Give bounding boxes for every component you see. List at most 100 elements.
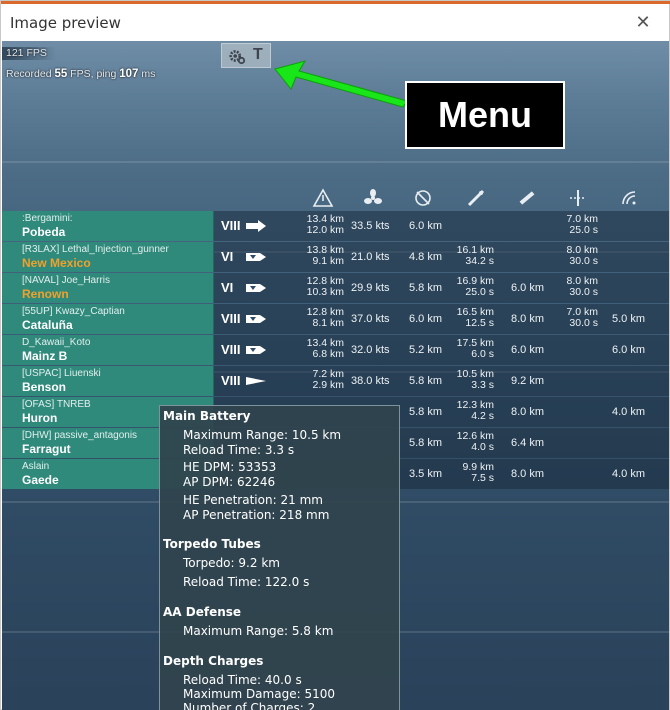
max-range-line: Maximum Range: 10.5 km (183, 428, 342, 442)
player-name-cell[interactable]: [USPAC] Liuenski Benson (2, 366, 214, 396)
player-name: [NAVAL] Joe_Harris (22, 275, 110, 286)
dc-charges-line: Number of Charges: 2 (183, 701, 316, 710)
player-row[interactable]: D_Kawaii_Koto Mainz B VIII 13.4 km 6.8 km 32.… (2, 335, 669, 365)
player-name-cell[interactable]: [R3LAX] Lethal_Injection_gunner New Mexic… (2, 242, 214, 272)
concealment-range: 5.8 km (409, 282, 443, 294)
player-name: [DHW] passive_antagonis (22, 430, 138, 441)
t-icon[interactable]: T (253, 46, 263, 64)
ship-name: Benson (22, 380, 67, 394)
secondary-range: 8.0 km (511, 313, 545, 325)
aa-range: 7.0 km 25.0 s (566, 213, 598, 236)
torpedo-range: 10.5 km 3.3 s (456, 368, 494, 391)
speed-propeller-icon (364, 189, 382, 204)
radar-range: 4.0 km (612, 468, 646, 480)
torpedo-range-line: Torpedo: 9.2 km (183, 556, 280, 570)
he-pen-line: HE Penetration: 21 mm (183, 493, 323, 507)
ship-stats-tooltip: Main Battery Maximum Range: 10.5 km Relo… (159, 405, 400, 710)
concealment-range: 5.2 km (409, 344, 443, 356)
ship-name: Huron (22, 411, 58, 425)
secondary-battery-icon (519, 191, 535, 205)
aa-range-line: Maximum Range: 5.8 km (183, 624, 334, 638)
gear-icon[interactable] (228, 47, 246, 65)
player-name: Aslain (22, 461, 50, 472)
player-row[interactable]: [NAVAL] Joe_Harris Renown VI 12.8 km 10.3 km… (2, 273, 669, 303)
recorded-fps-unit: FPS (70, 68, 91, 80)
ap-dpm-line: AP DPM: 62246 (183, 475, 276, 489)
secondary-range: 8.0 km (511, 406, 545, 418)
ship-tier: VI (221, 280, 234, 295)
ship-speed: 33.5 kts (351, 220, 390, 232)
ship-speed: 21.0 kts (351, 251, 390, 263)
aa-icon (570, 190, 586, 206)
main-battery-range: 12.8 km 8.1 km (306, 306, 344, 329)
ship-tier: VIII (221, 218, 241, 233)
secondary-range: 6.0 km (511, 344, 545, 356)
ship-name: Mainz B (22, 349, 68, 363)
ship-tier: VIII (221, 311, 241, 326)
mod-menu-button[interactable]: T (221, 43, 271, 68)
player-name: [USPAC] Liuenski (22, 368, 101, 379)
recording-status: Recorded 55 FPS, ping 107 ms (6, 68, 156, 80)
concealment-range: 4.8 km (409, 251, 443, 263)
main-battery-range: 13.4 km 6.8 km (306, 337, 344, 360)
player-name: [R3LAX] Lethal_Injection_gunner (22, 244, 169, 255)
dc-damage-line: Maximum Damage: 5100 (183, 687, 335, 701)
torpedo-reload-line: Reload Time: 122.0 s (183, 575, 310, 589)
ship-name: New Mexico (22, 256, 91, 270)
player-name-cell[interactable]: [NAVAL] Joe_Harris Renown (2, 273, 214, 303)
main-battery-range: 13.8 km 9.1 km (306, 244, 344, 267)
ship-name: Pobeda (22, 225, 66, 239)
player-row[interactable]: [55UP] Kwazy_Captian Cataluña VIII 12.8 km 8… (2, 304, 669, 334)
concealment-range: 5.8 km (409, 406, 443, 418)
torpedo-range: 12.6 km 4.0 s (456, 430, 494, 453)
recorded-label: Recorded (6, 68, 52, 80)
ship-speed: 32.0 kts (351, 344, 390, 356)
player-row[interactable]: [R3LAX] Lethal_Injection_gunner New Mexic… (2, 242, 669, 272)
ping-unit: ms (141, 68, 156, 80)
radar-range: 4.0 km (612, 406, 646, 418)
main-battery-range: 7.2 km 2.9 km (312, 368, 344, 391)
player-name-cell[interactable]: [55UP] Kwazy_Captian Cataluña (2, 304, 214, 334)
radar-range: 5.0 km (612, 313, 646, 325)
player-name-cell[interactable]: D_Kawaii_Koto Mainz B (2, 335, 214, 365)
ap-pen-line: AP Penetration: 218 mm (183, 508, 330, 522)
concealment-icon (415, 190, 431, 206)
menu-annotation-label: Menu (405, 81, 565, 149)
concealment-range: 3.5 km (409, 468, 443, 480)
torpedo-range: 12.3 km 4.2 s (456, 399, 494, 422)
ship-speed: 38.0 kts (351, 375, 390, 387)
battleship-icon (246, 284, 266, 292)
game-screenshot: 121 FPS Recorded 55 FPS, ping 107 ms T M… (2, 41, 669, 710)
ship-tier: VIII (221, 342, 241, 357)
battleship-icon (246, 253, 266, 261)
aa-defense-title: AA Defense (163, 605, 242, 619)
player-name: [55UP] Kwazy_Captian (22, 306, 125, 317)
radar-range: 6.0 km (612, 344, 646, 356)
player-row[interactable]: [USPAC] Liuenski Benson VIII 7.2 km 2.9 km 38… (2, 366, 669, 396)
torpedo-range: 16.9 km 25.0 s (456, 275, 494, 298)
ship-name: Cataluña (22, 318, 73, 332)
fps-counter: 121 FPS (6, 47, 47, 59)
ship-name: Renown (22, 287, 69, 301)
main-battery-title: Main Battery (163, 409, 251, 423)
close-icon[interactable]: ✕ (631, 10, 655, 34)
torpedo-range: 17.5 km 6.0 s (456, 337, 494, 360)
aa-range: 8.0 km 30.0 s (566, 244, 598, 267)
player-name: :Bergamini: (22, 213, 73, 224)
reload-line: Reload Time: 3.3 s (183, 443, 295, 457)
torpedo-icon (467, 189, 485, 207)
fps-label: FPS (26, 47, 47, 59)
player-name-cell[interactable]: :Bergamini: Pobeda (2, 211, 214, 241)
concealment-range: 5.8 km (409, 437, 443, 449)
fps-value: 121 (6, 47, 24, 59)
concealment-range: 6.0 km (409, 313, 443, 325)
title-bar: Image preview ✕ (1, 4, 669, 41)
concealment-range: 5.8 km (409, 375, 443, 387)
battleship-icon (246, 346, 266, 354)
annotation-arrow-icon (274, 60, 408, 108)
depth-charges-title: Depth Charges (163, 654, 264, 668)
aa-range: 8.0 km 30.0 s (566, 275, 598, 298)
player-row[interactable]: :Bergamini: Pobeda VIII 13.4 km 12.0 km 33.5 … (2, 211, 669, 241)
torpedo-range: 16.1 km 34.2 s (456, 244, 494, 267)
dc-reload-line: Reload Time: 40.0 s (183, 673, 302, 687)
